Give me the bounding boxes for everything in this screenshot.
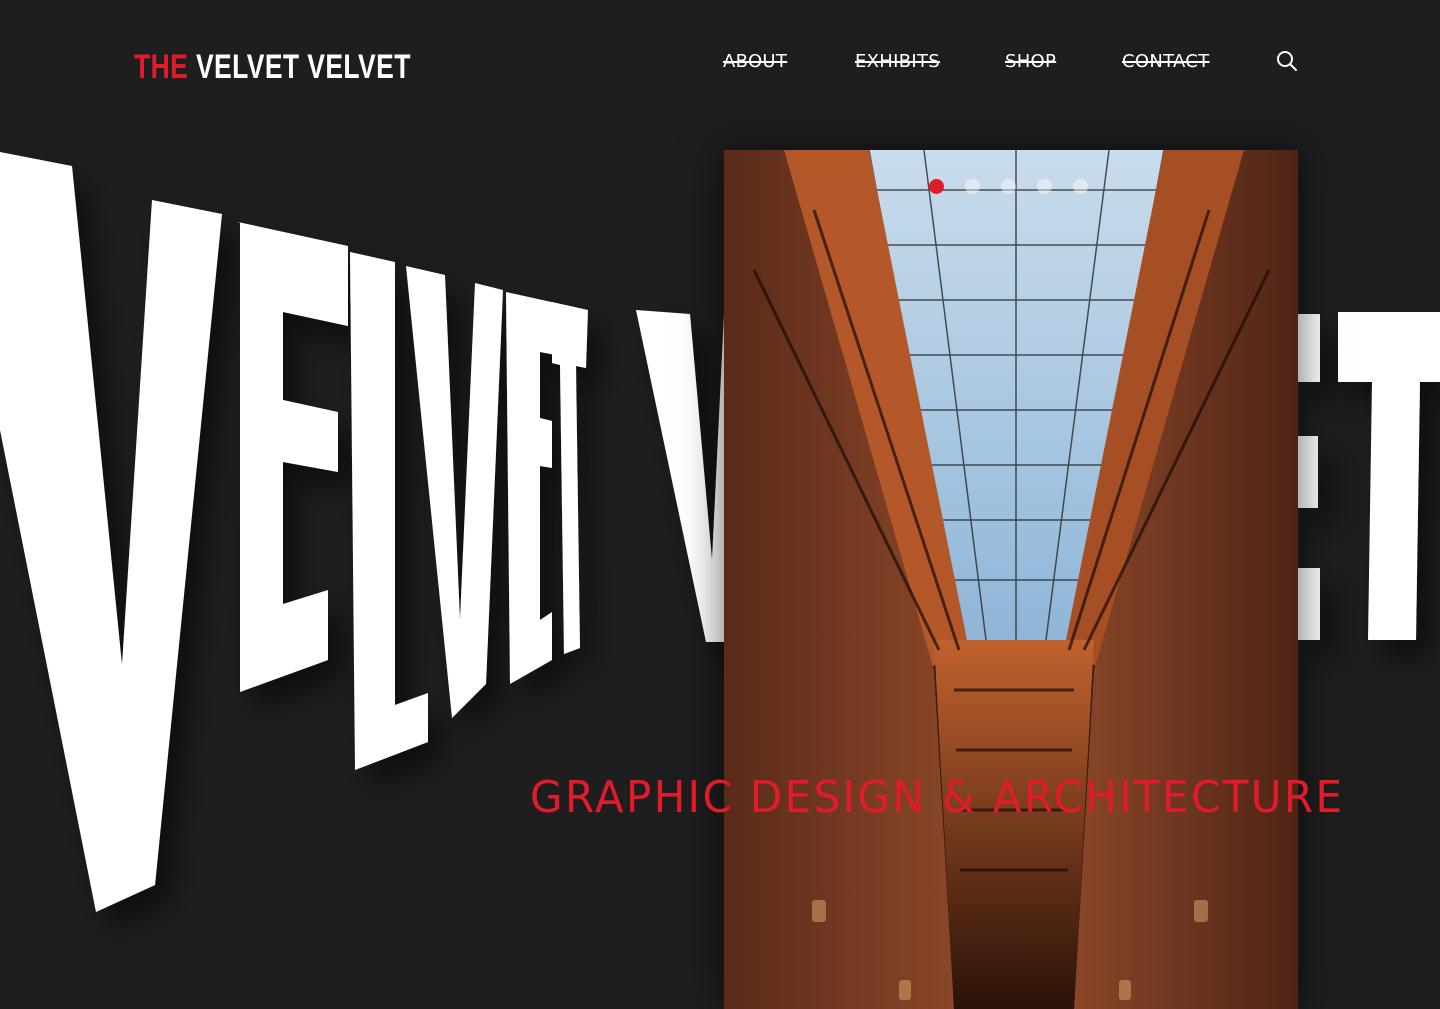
big-letter-e2	[506, 292, 556, 684]
slider-dot[interactable]	[965, 179, 980, 194]
big-letter-t	[552, 302, 588, 654]
hero-photo	[724, 150, 1298, 1009]
nav-shop-link[interactable]: SHOP	[1005, 48, 1056, 76]
big-letter-e3b	[1298, 436, 1318, 508]
page: THE VELVET VELVET ABOUT EXHIBITS SHOP CO…	[0, 0, 1440, 1009]
big-letter-v3	[636, 310, 724, 642]
nav-contact-link[interactable]: CONTACT	[1122, 48, 1209, 76]
big-letter-t2	[1338, 312, 1440, 640]
big-letter-v	[0, 152, 222, 912]
slider-dot[interactable]	[1037, 179, 1052, 194]
slider-dot[interactable]	[1073, 179, 1088, 194]
logo[interactable]: THE VELVET VELVET	[134, 47, 411, 87]
big-letter-v2	[406, 266, 503, 718]
logo-the: THE	[134, 48, 189, 86]
logo-name: VELVET VELVET	[195, 48, 411, 86]
big-letter-e	[238, 222, 348, 832]
big-letter-e3	[1298, 314, 1320, 382]
search-icon[interactable]	[1275, 49, 1299, 73]
nav-about-link[interactable]: ABOUT	[723, 48, 787, 76]
nav-exhibits-link[interactable]: EXHIBITS	[855, 48, 940, 76]
slider-dot[interactable]	[1001, 179, 1016, 194]
big-letter-e3c	[1298, 568, 1320, 640]
slider-dot[interactable]	[929, 179, 944, 194]
hero-tagline: GRAPHIC DESIGN & ARCHITECTURE	[530, 772, 1345, 823]
